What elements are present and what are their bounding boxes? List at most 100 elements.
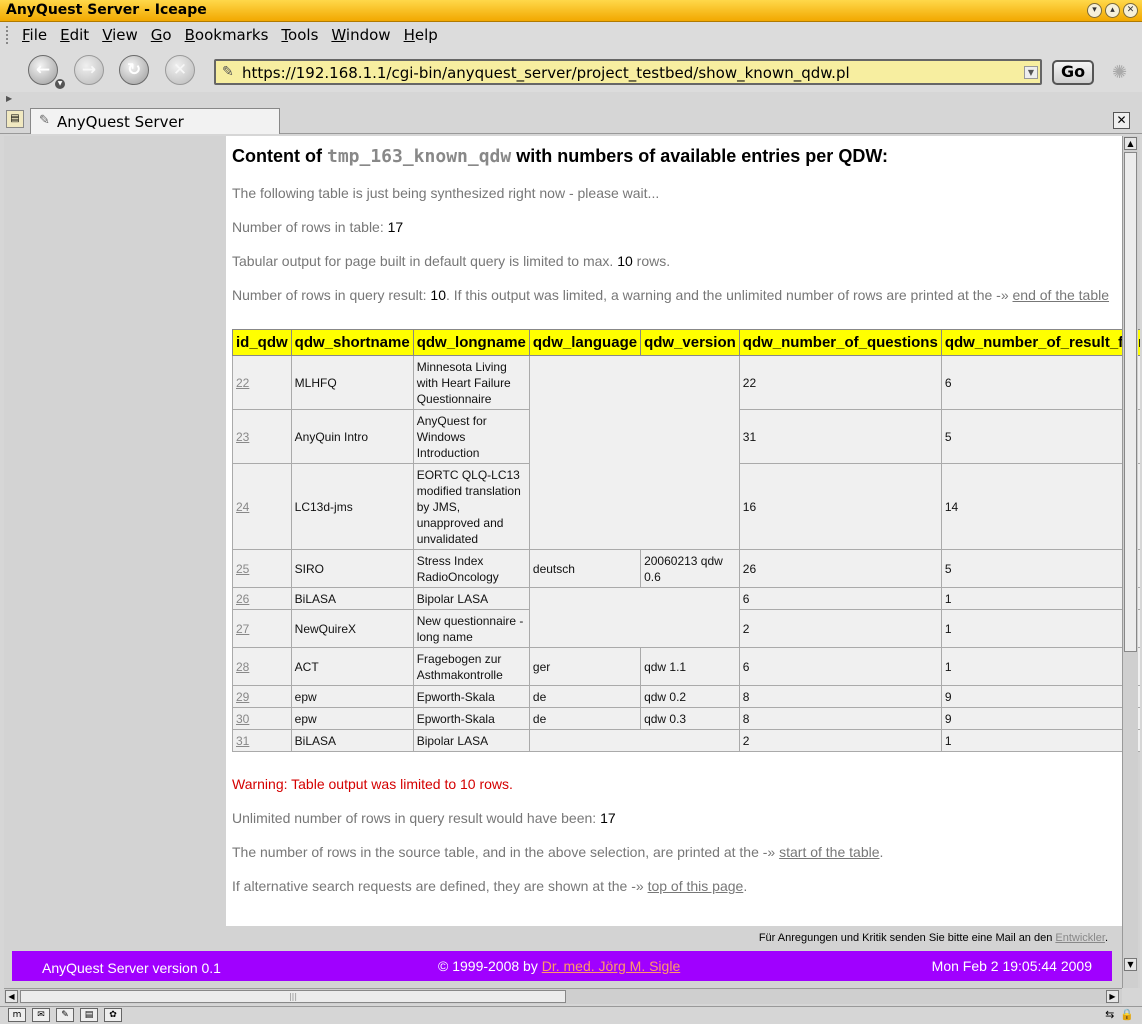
- cell-number-of-questions: 8: [738, 707, 942, 730]
- cell-number-of-questions: 26: [738, 549, 942, 588]
- go-button[interactable]: Go: [1052, 60, 1094, 85]
- id-link[interactable]: 25: [236, 562, 249, 576]
- cell-number-of-result-formulas: 1: [940, 609, 1140, 648]
- composer-icon[interactable]: ✎: [56, 1008, 74, 1022]
- result-info: Number of rows in query result: 10. If t…: [232, 287, 1140, 303]
- menu-label: ile: [29, 26, 48, 44]
- id-link[interactable]: 29: [236, 690, 249, 704]
- stop-button[interactable]: ✕: [165, 55, 195, 85]
- scroll-right-icon[interactable]: ▶: [1106, 990, 1119, 1003]
- cell-id-qdw: 24: [232, 463, 292, 550]
- menu-item-edit[interactable]: Edit: [60, 26, 89, 44]
- table-row: 30 epw Epworth-Skala de qdw 0.3 8 9: [232, 707, 1140, 730]
- menu-accelerator: W: [331, 26, 346, 44]
- warning-text: Warning: Table output was limited to 10 …: [232, 776, 513, 792]
- start-of-table-link[interactable]: start of the table: [779, 844, 879, 860]
- cell-version: qdw 0.3: [640, 707, 740, 730]
- cell-version: 20060213 qdw 0.6: [640, 549, 740, 588]
- close-window-icon[interactable]: ✕: [1123, 3, 1138, 18]
- column-header-qdw-shortname: qdw_shortname: [290, 329, 414, 356]
- vertical-scroll-thumb[interactable]: [1124, 152, 1137, 652]
- page-title: Content of tmp_163_known_qdw with number…: [232, 146, 1140, 167]
- id-link[interactable]: 30: [236, 712, 249, 726]
- scroll-up-icon[interactable]: ▲: [1124, 137, 1137, 150]
- top-of-page-link[interactable]: top of this page: [648, 878, 744, 894]
- toolbar-grip-icon[interactable]: [6, 26, 12, 44]
- end-of-table-link[interactable]: end of the table: [1013, 287, 1110, 303]
- table-row: 25 SIRO Stress Index RadioOncology deutsch 2…: [232, 549, 1140, 588]
- cell-longname: Minnesota Living with Heart Failure Ques…: [412, 355, 530, 410]
- unlimited-label: Unlimited number of rows in query result…: [232, 810, 601, 826]
- menu-accelerator: G: [150, 26, 163, 44]
- cell-shortname: BiLASA: [290, 729, 414, 752]
- cell-shortname: BiLASA: [290, 587, 414, 610]
- cell-shortname: ACT: [290, 647, 414, 686]
- id-link[interactable]: 22: [236, 376, 249, 390]
- limit-suffix: rows.: [632, 253, 671, 269]
- forward-button[interactable]: →: [74, 55, 104, 85]
- cell-version: qdw 0.2: [640, 685, 740, 708]
- scroll-left-icon[interactable]: ◀: [5, 990, 18, 1003]
- horizontal-scroll-thumb[interactable]: |||: [20, 990, 566, 1003]
- id-link[interactable]: 24: [236, 500, 249, 514]
- url-input[interactable]: [240, 63, 1020, 83]
- tab-anyquest-server[interactable]: ✎ AnyQuest Server: [30, 108, 280, 134]
- back-button[interactable]: ←: [28, 55, 58, 85]
- cell-empty: [528, 355, 740, 550]
- cell-longname: New questionnaire - long name: [412, 609, 530, 648]
- navigator-icon[interactable]: m: [8, 1008, 26, 1022]
- cell-empty: [528, 729, 740, 752]
- version-text: AnyQuest Server version 0.1: [42, 960, 221, 976]
- menu-item-go[interactable]: Go: [151, 26, 172, 44]
- copyright-prefix: © 1999-2008 by: [438, 958, 542, 974]
- address-book-icon[interactable]: ▤: [80, 1008, 98, 1022]
- cell-longname: Epworth-Skala: [412, 707, 530, 730]
- cell-language: ger: [528, 647, 642, 686]
- cell-number-of-result-formulas: 5: [940, 409, 1140, 464]
- reload-button[interactable]: ↻: [119, 55, 149, 85]
- author-link[interactable]: Dr. med. Jörg M. Sigle: [542, 958, 681, 974]
- id-link[interactable]: 28: [236, 660, 249, 674]
- menu-item-window[interactable]: Window: [331, 26, 390, 44]
- cell-number-of-result-formulas: 5: [940, 549, 1140, 588]
- menu-item-bookmarks[interactable]: Bookmarks: [185, 26, 269, 44]
- id-link[interactable]: 31: [236, 734, 249, 748]
- chat-icon[interactable]: ✿: [104, 1008, 122, 1022]
- menu-item-tools[interactable]: Tools: [281, 26, 318, 44]
- source-text: The number of rows in the source table, …: [232, 844, 780, 860]
- rows-in-table: Number of rows in table: 17: [232, 219, 1140, 235]
- vertical-scrollbar[interactable]: ▲ ▼: [1122, 136, 1138, 988]
- menu-item-help[interactable]: Help: [404, 26, 438, 44]
- close-tab-icon[interactable]: ✕: [1113, 112, 1130, 129]
- cell-id-qdw: 31: [232, 729, 292, 752]
- cell-shortname: MLHFQ: [290, 355, 414, 410]
- collapse-toolbar-icon[interactable]: ▶: [6, 94, 12, 103]
- table-name: tmp_163_known_qdw: [326, 146, 512, 167]
- heading-prefix: Content of: [232, 146, 327, 166]
- minimize-icon[interactable]: ▾: [1087, 3, 1102, 18]
- cell-id-qdw: 22: [232, 355, 292, 410]
- scroll-down-icon[interactable]: ▼: [1124, 958, 1137, 971]
- url-history-dropdown-icon[interactable]: ▼: [1024, 66, 1038, 79]
- back-history-dropdown-icon[interactable]: ▼: [55, 79, 65, 89]
- cell-longname: Fragebogen zur Asthmakontrolle: [412, 647, 530, 686]
- cell-language: de: [528, 685, 642, 708]
- id-link[interactable]: 23: [236, 430, 249, 444]
- content-panel: Content of tmp_163_known_qdw with number…: [226, 136, 1140, 926]
- cell-number-of-questions: 2: [738, 609, 942, 648]
- url-bar[interactable]: ✎ ▼: [214, 59, 1042, 85]
- id-link[interactable]: 26: [236, 592, 249, 606]
- horizontal-scrollbar[interactable]: ◀ ||| ▶: [4, 988, 1122, 1004]
- source-info: The number of rows in the source table, …: [232, 844, 1140, 860]
- security-lock-icon[interactable]: 🔒: [1120, 1008, 1134, 1021]
- mail-icon[interactable]: ✉: [32, 1008, 50, 1022]
- maximize-icon[interactable]: ▴: [1105, 3, 1120, 18]
- id-link[interactable]: 27: [236, 622, 249, 636]
- menu-item-view[interactable]: View: [102, 26, 138, 44]
- developer-link[interactable]: Entwickler: [1055, 932, 1105, 944]
- cell-longname: Stress Index RadioOncology: [412, 549, 530, 588]
- menu-item-file[interactable]: File: [22, 26, 47, 44]
- online-status-icon[interactable]: ⇆: [1105, 1008, 1114, 1021]
- new-tab-icon[interactable]: ▤: [6, 110, 24, 128]
- cell-number-of-result-formulas: 1: [940, 587, 1140, 610]
